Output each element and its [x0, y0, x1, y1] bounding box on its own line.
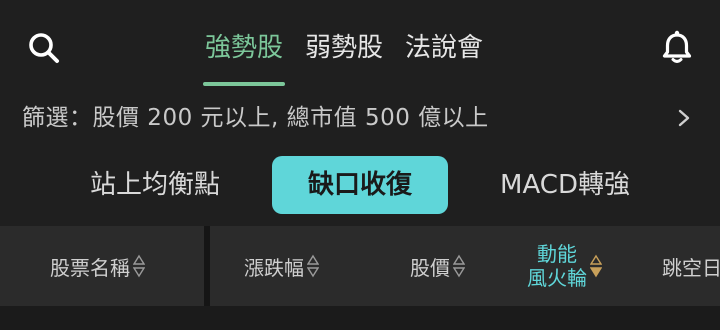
- column-label-line1: 動能: [537, 242, 577, 266]
- chevron-right-icon: [678, 109, 690, 127]
- bell-icon: [662, 30, 692, 63]
- strategy-above-equilibrium[interactable]: 站上均衡點: [70, 156, 240, 214]
- tab-weak-stocks[interactable]: 弱勢股: [305, 26, 383, 90]
- filter-bar[interactable]: 篩選：股價 200 元以上, 總市值 500 億以上: [0, 96, 720, 140]
- strategy-macd-strengthen[interactable]: MACD轉強: [480, 156, 650, 214]
- strategy-selector: 站上均衡點 缺口收復 MACD轉強: [0, 156, 720, 216]
- search-icon: [29, 33, 59, 63]
- app-screen: 強勢股 弱勢股 法說會 篩選：股價 200 元以上, 總市值 500 億以上 站…: [0, 0, 720, 330]
- sort-icon: [453, 254, 465, 278]
- filter-text: 篩選：股價 200 元以上, 總市值 500 億以上: [22, 105, 489, 131]
- column-label: 跳空日: [662, 255, 720, 280]
- column-label-line2: 風火輪: [527, 266, 587, 290]
- sort-icon: [133, 254, 145, 278]
- sort-descending-icon: [590, 254, 602, 278]
- tab-investor-conference[interactable]: 法說會: [405, 26, 483, 90]
- strategy-gap-recovery[interactable]: 缺口收復: [272, 156, 448, 214]
- column-header-price[interactable]: 股價: [410, 226, 465, 306]
- category-tabs: 強勢股 弱勢股 法說會: [202, 26, 483, 90]
- sort-icon: [307, 254, 319, 278]
- column-label: 股價: [410, 255, 450, 280]
- table-header: 股票名稱 漲跌幅 股價 動能 風火輪 跳空日: [0, 226, 720, 330]
- search-button[interactable]: [26, 30, 62, 66]
- top-header: 強勢股 弱勢股 法說會: [0, 0, 720, 90]
- column-label: 股票名稱: [50, 255, 130, 280]
- column-label: 漲跌幅: [244, 255, 304, 280]
- table-body-top: [0, 306, 720, 330]
- column-header-gap-date[interactable]: 跳空日: [662, 226, 720, 306]
- momentum-label: 動能 風火輪: [527, 242, 587, 290]
- notifications-button[interactable]: [658, 28, 696, 66]
- column-header-change-percent[interactable]: 漲跌幅: [244, 226, 319, 306]
- tab-strong-stocks[interactable]: 強勢股: [202, 26, 286, 90]
- column-header-stock-name[interactable]: 股票名稱: [50, 226, 145, 306]
- column-header-momentum[interactable]: 動能 風火輪: [527, 226, 602, 306]
